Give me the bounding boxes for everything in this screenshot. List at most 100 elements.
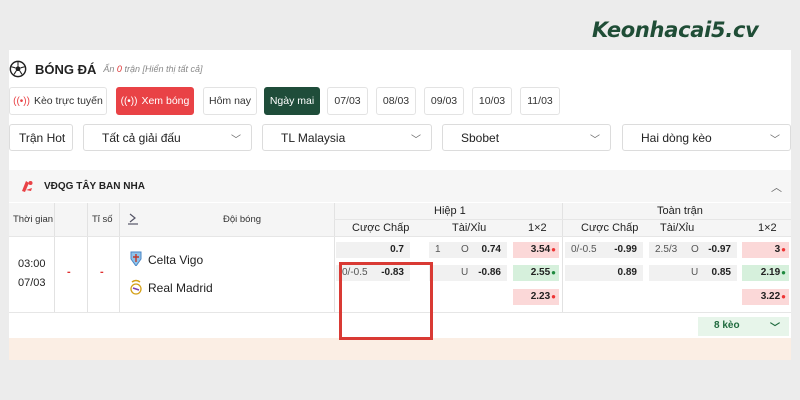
laliga-icon xyxy=(22,181,33,192)
chevron-up-icon[interactable]: ︿ xyxy=(771,179,782,195)
full-hdp-away-cell[interactable]: 0.89 xyxy=(565,265,643,281)
date-button-0903[interactable]: 09/03 xyxy=(424,87,464,115)
odds-value: 2.23 xyxy=(530,291,551,302)
league-name: VĐQG TÂY BAN NHA xyxy=(44,180,145,192)
more-odds-button[interactable]: 8 kèo ﹀ xyxy=(698,317,789,336)
odds-up-icon: ● xyxy=(781,268,786,277)
hidden-count: 0 xyxy=(116,64,122,74)
col-full-match: Toàn trận xyxy=(657,205,703,217)
col-ou-half: Tài/Xỉu xyxy=(452,222,487,234)
real-madrid-crest-icon xyxy=(130,279,142,295)
home-team[interactable]: Celta Vigo xyxy=(148,253,203,267)
show-all-link[interactable]: trận [Hiển thị tất cả] xyxy=(124,64,202,74)
score-home: - xyxy=(67,266,71,278)
odds-value: 0.89 xyxy=(617,267,637,278)
chevron-down-icon: ﹀ xyxy=(411,135,421,146)
odds-down-icon: ● xyxy=(551,292,556,301)
hidden-prefix: Ẩn xyxy=(103,64,115,74)
league-header[interactable]: VĐQG TÂY BAN NHA ︿ xyxy=(9,170,791,202)
half-hdp-home-cell[interactable]: 0.7 xyxy=(336,242,410,258)
odds-down-icon: ● xyxy=(781,245,786,254)
full-1x2-home-cell[interactable]: 3● xyxy=(742,242,789,258)
chevron-down-icon: ﹀ xyxy=(770,323,780,334)
full-1x2-away-cell[interactable]: 2.19● xyxy=(742,265,789,281)
broadcast-icon: ((•)) xyxy=(13,95,30,107)
date-button-0703[interactable]: 07/03 xyxy=(327,87,368,115)
odds-value: -0.86 xyxy=(478,267,501,278)
hot-label: Trận Hot xyxy=(19,130,66,145)
bookmaker-value: Sbobet xyxy=(461,130,500,145)
odds-value: 0.7 xyxy=(390,244,404,255)
ou-line: 1 xyxy=(435,244,441,255)
odds-value: 2.19 xyxy=(760,267,781,278)
match-time: 03:00 xyxy=(18,258,46,270)
col-score: Tỉ số xyxy=(92,214,113,225)
odds-value: 3 xyxy=(774,244,781,255)
league-select[interactable]: Tất cả giải đấu ﹀ xyxy=(83,124,252,151)
col-1x2-full: 1×2 xyxy=(758,222,777,234)
odds-value: 2.55 xyxy=(530,267,551,278)
match-date: 07/03 xyxy=(18,277,46,289)
hidden-matches-note[interactable]: Ẩn 0 trận [Hiển thị tất cả] xyxy=(103,64,202,74)
full-over-cell[interactable]: 2.5/3 O -0.97 xyxy=(649,242,737,258)
handicap-highlight-box xyxy=(339,262,433,340)
full-1x2-draw-cell[interactable]: 3.22● xyxy=(742,289,789,305)
date-button-0803[interactable]: 08/03 xyxy=(376,87,416,115)
section-header: BÓNG ĐÁ Ẩn 0 trận [Hiển thị tất cả] xyxy=(9,58,203,80)
odds-type-value: TL Malaysia xyxy=(281,130,346,145)
tomorrow-button[interactable]: Ngày mai xyxy=(264,87,320,115)
odds-value: 3.22 xyxy=(760,291,781,302)
bookmaker-select[interactable]: Sbobet ﹀ xyxy=(442,124,611,151)
more-odds-label: 8 kèo xyxy=(714,320,740,331)
league-select-value: Tất cả giải đấu xyxy=(102,130,181,145)
soccer-ball-icon xyxy=(9,60,27,78)
col-ou-full: Tài/Xỉu xyxy=(660,222,695,234)
broadcast-icon: ((•)) xyxy=(120,95,138,107)
away-team[interactable]: Real Madrid xyxy=(148,281,213,295)
page-title: BÓNG ĐÁ xyxy=(35,61,97,77)
hot-matches-button[interactable]: Trận Hot xyxy=(9,124,73,151)
odds-value: 0.74 xyxy=(481,244,501,255)
odds-value: -0.99 xyxy=(614,244,637,255)
odds-down-icon: ● xyxy=(551,245,556,254)
col-first-half: Hiệp 1 xyxy=(434,205,466,217)
col-handicap-half: Cược Chấp xyxy=(352,222,410,234)
over-label: O xyxy=(461,244,469,255)
col-team: Đội bóng xyxy=(223,214,262,225)
watch-button[interactable]: ((•)) Xem bóng xyxy=(116,87,194,115)
stream-icon xyxy=(128,213,138,225)
over-label: O xyxy=(691,244,699,255)
lines-select[interactable]: Hai dòng kèo ﹀ xyxy=(622,124,791,151)
date-button-1003[interactable]: 10/03 xyxy=(472,87,512,115)
today-button[interactable]: Hôm nay xyxy=(203,87,257,115)
half-1x2-home-cell[interactable]: 3.54● xyxy=(513,242,559,258)
col-time: Thời gian xyxy=(13,214,54,225)
half-over-cell[interactable]: 1 O 0.74 xyxy=(429,242,507,258)
odds-value: 0.85 xyxy=(711,267,731,278)
chevron-down-icon: ﹀ xyxy=(770,135,780,146)
chevron-down-icon: ﹀ xyxy=(590,135,600,146)
live-odds-label: Kèo trực tuyến xyxy=(33,95,103,107)
odds-value: 3.54 xyxy=(530,244,551,255)
odds-value: -0.97 xyxy=(708,244,731,255)
odds-panel: BÓNG ĐÁ Ẩn 0 trận [Hiển thị tất cả] ((•)… xyxy=(9,50,791,360)
full-under-cell[interactable]: U 0.85 xyxy=(649,265,737,281)
col-handicap-full: Cược Chấp xyxy=(581,222,639,234)
site-logo: Keonhacai5.cv xyxy=(592,18,759,42)
odds-down-icon: ● xyxy=(781,292,786,301)
odds-type-select[interactable]: TL Malaysia ﹀ xyxy=(262,124,432,151)
live-odds-button[interactable]: ((•)) Kèo trực tuyến xyxy=(9,87,107,115)
half-under-cell[interactable]: U -0.86 xyxy=(429,265,507,281)
date-button-1103[interactable]: 11/03 xyxy=(520,87,560,115)
handicap-line: 0/-0.5 xyxy=(571,244,597,255)
ou-line: 2.5/3 xyxy=(655,244,678,255)
score-away: - xyxy=(100,266,104,278)
watch-label: Xem bóng xyxy=(141,95,190,107)
lines-value: Hai dòng kèo xyxy=(641,130,712,145)
next-row-placeholder xyxy=(9,338,791,360)
half-1x2-away-cell[interactable]: 2.55● xyxy=(513,265,559,281)
under-label: U xyxy=(461,267,469,278)
half-1x2-draw-cell[interactable]: 2.23● xyxy=(513,289,559,305)
full-hdp-home-cell[interactable]: 0/-0.5 -0.99 xyxy=(565,242,643,258)
odds-up-icon: ● xyxy=(551,268,556,277)
